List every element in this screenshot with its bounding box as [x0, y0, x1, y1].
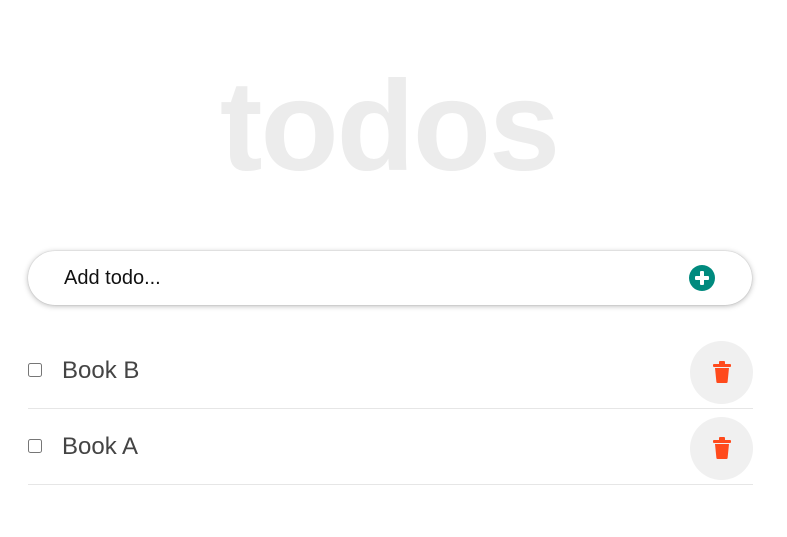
add-todo-input[interactable] [64, 251, 684, 305]
todo-checkbox[interactable] [28, 439, 42, 453]
app-title: todos [219, 55, 560, 198]
todo-label: Book B [62, 357, 140, 384]
trash-icon [713, 437, 731, 459]
plus-circle-icon[interactable] [689, 265, 715, 291]
todo-list: Book B Book A [28, 333, 753, 485]
delete-todo-button[interactable] [690, 341, 753, 404]
trash-icon [713, 361, 731, 383]
todo-checkbox[interactable] [28, 363, 42, 377]
todo-item: Book B [28, 333, 753, 409]
delete-todo-button[interactable] [690, 417, 753, 480]
todo-app: todos Book B Book A [0, 0, 787, 537]
todo-label: Book A [62, 433, 139, 460]
todo-item: Book A [28, 409, 753, 485]
add-todo-bar [28, 251, 752, 305]
